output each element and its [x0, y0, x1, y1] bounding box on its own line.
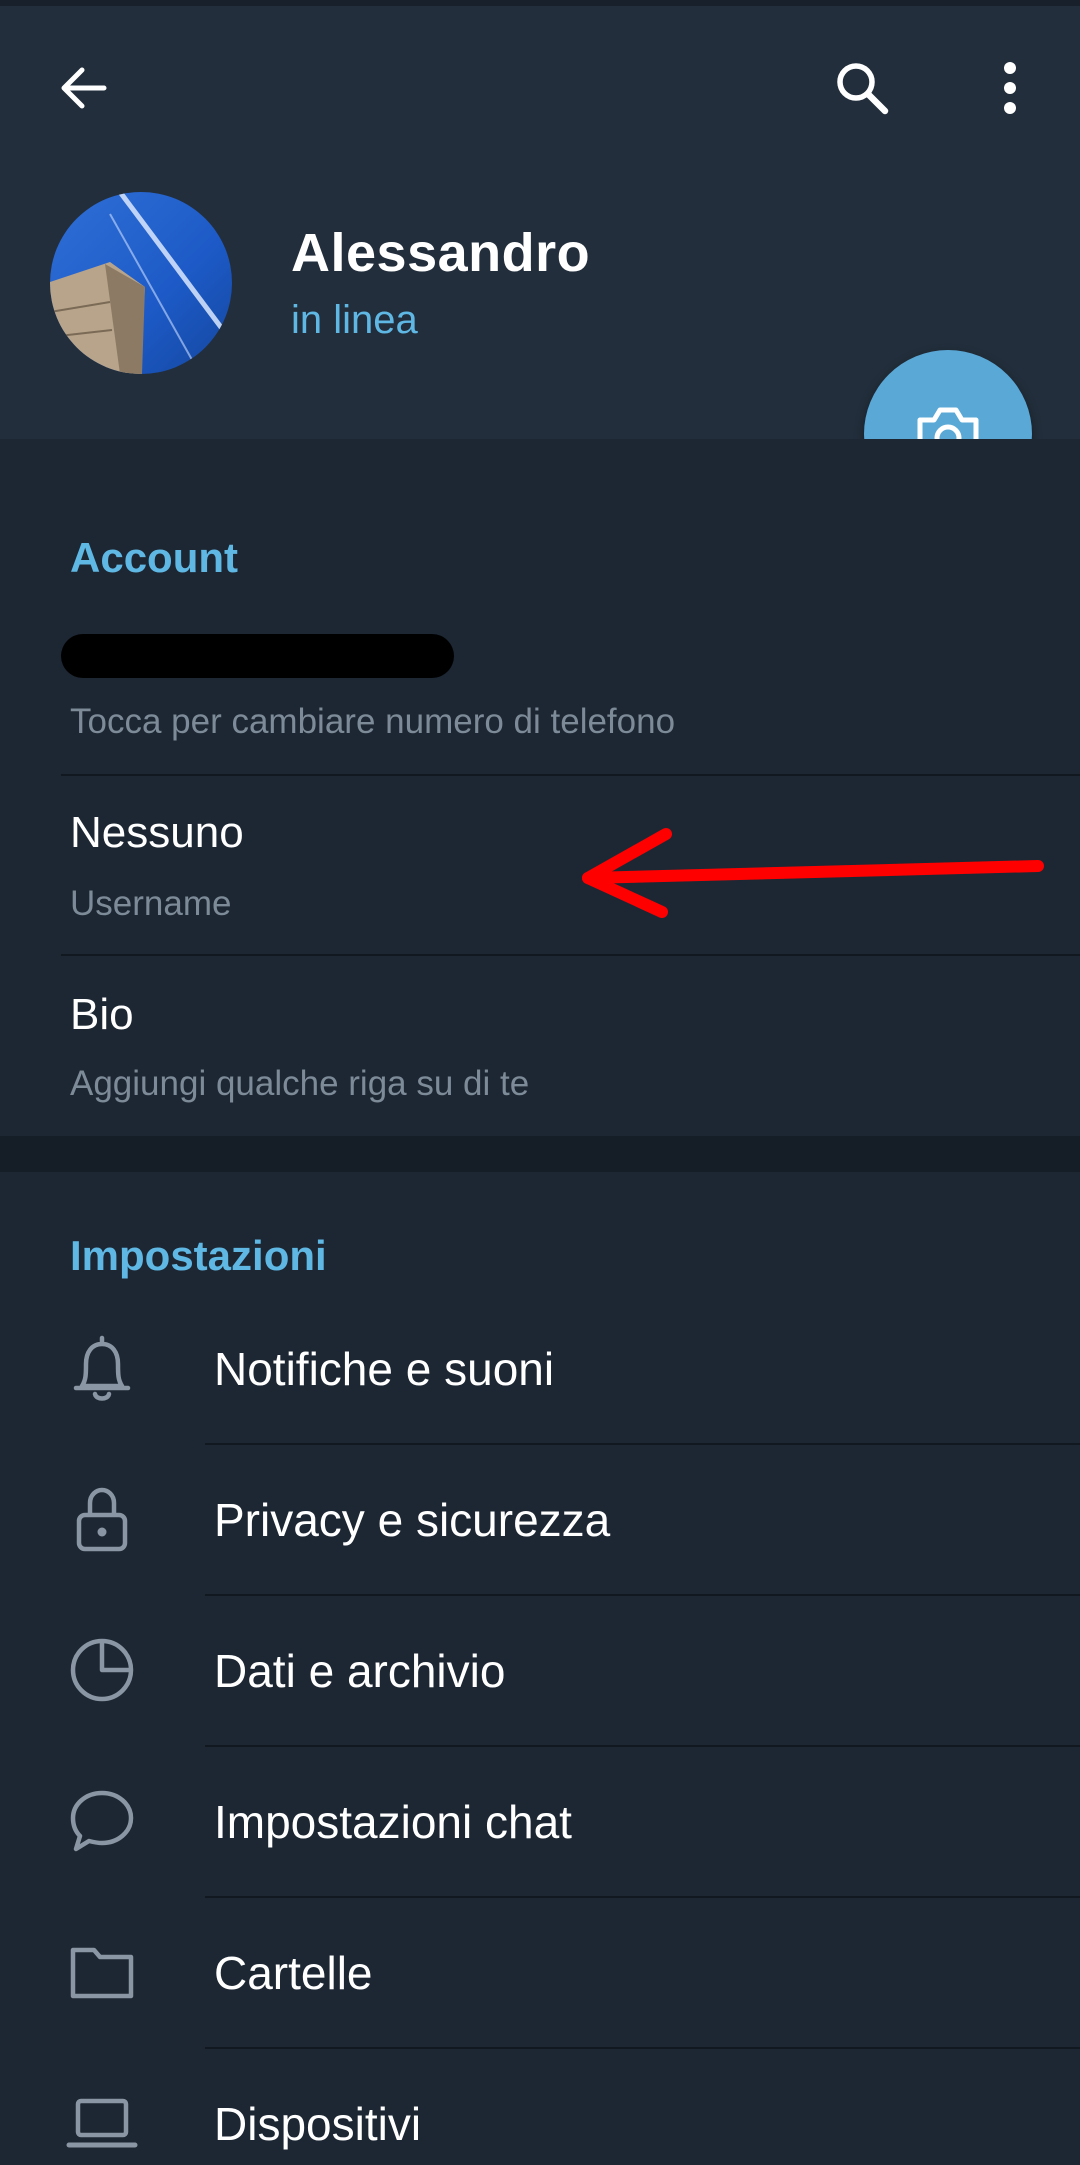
settings-item-label: Dispositivi — [214, 2098, 422, 2150]
username-hint: Username — [70, 884, 232, 923]
settings-item-label: Notifiche e suoni — [214, 1343, 555, 1395]
more-vertical-icon — [1004, 62, 1016, 114]
settings-item-chat-settings[interactable]: Impostazioni chat — [0, 1747, 1080, 1898]
bio-value: Bio — [70, 990, 134, 1039]
settings-item-data-storage[interactable]: Dati e archivio — [0, 1596, 1080, 1747]
search-button[interactable] — [814, 40, 910, 136]
arrow-left-icon — [61, 67, 107, 109]
settings-item-label: Impostazioni chat — [214, 1796, 572, 1848]
settings-item-privacy[interactable]: Privacy e sicurezza — [0, 1445, 1080, 1596]
bio-row[interactable] — [0, 956, 1080, 1136]
annotation-arrow — [582, 828, 1044, 918]
search-icon — [837, 63, 889, 115]
settings-item-label: Cartelle — [214, 1947, 373, 1999]
profile-name: Alessandro — [291, 223, 591, 283]
settings-item-notifications[interactable]: Notifiche e suoni — [0, 1293, 1080, 1444]
chat-bubble-icon — [66, 1785, 138, 1857]
settings-item-label: Privacy e sicurezza — [214, 1494, 611, 1546]
phone-hint: Tocca per cambiare numero di telefono — [70, 702, 676, 741]
username-value: Nessuno — [70, 808, 244, 857]
pie-chart-icon — [66, 1634, 138, 1706]
laptop-icon — [66, 2087, 138, 2159]
lock-icon — [66, 1483, 138, 1555]
settings-section-title: Impostazioni — [70, 1232, 327, 1279]
settings-item-label: Dati e archivio — [214, 1645, 506, 1697]
settings-item-devices[interactable]: Dispositivi — [0, 2049, 1080, 2165]
more-options-button[interactable] — [962, 40, 1058, 136]
avatar[interactable] — [50, 192, 232, 374]
back-button[interactable] — [36, 40, 132, 136]
bell-icon — [66, 1332, 138, 1404]
section-separator — [0, 1136, 1080, 1172]
settings-item-folders[interactable]: Cartelle — [0, 1898, 1080, 2049]
profile-status: in linea — [291, 298, 418, 342]
account-section-title: Account — [70, 534, 238, 581]
bio-hint: Aggiungi qualche riga su di te — [70, 1064, 530, 1103]
redacted-phone-number — [61, 634, 454, 678]
folder-icon — [66, 1936, 138, 2008]
